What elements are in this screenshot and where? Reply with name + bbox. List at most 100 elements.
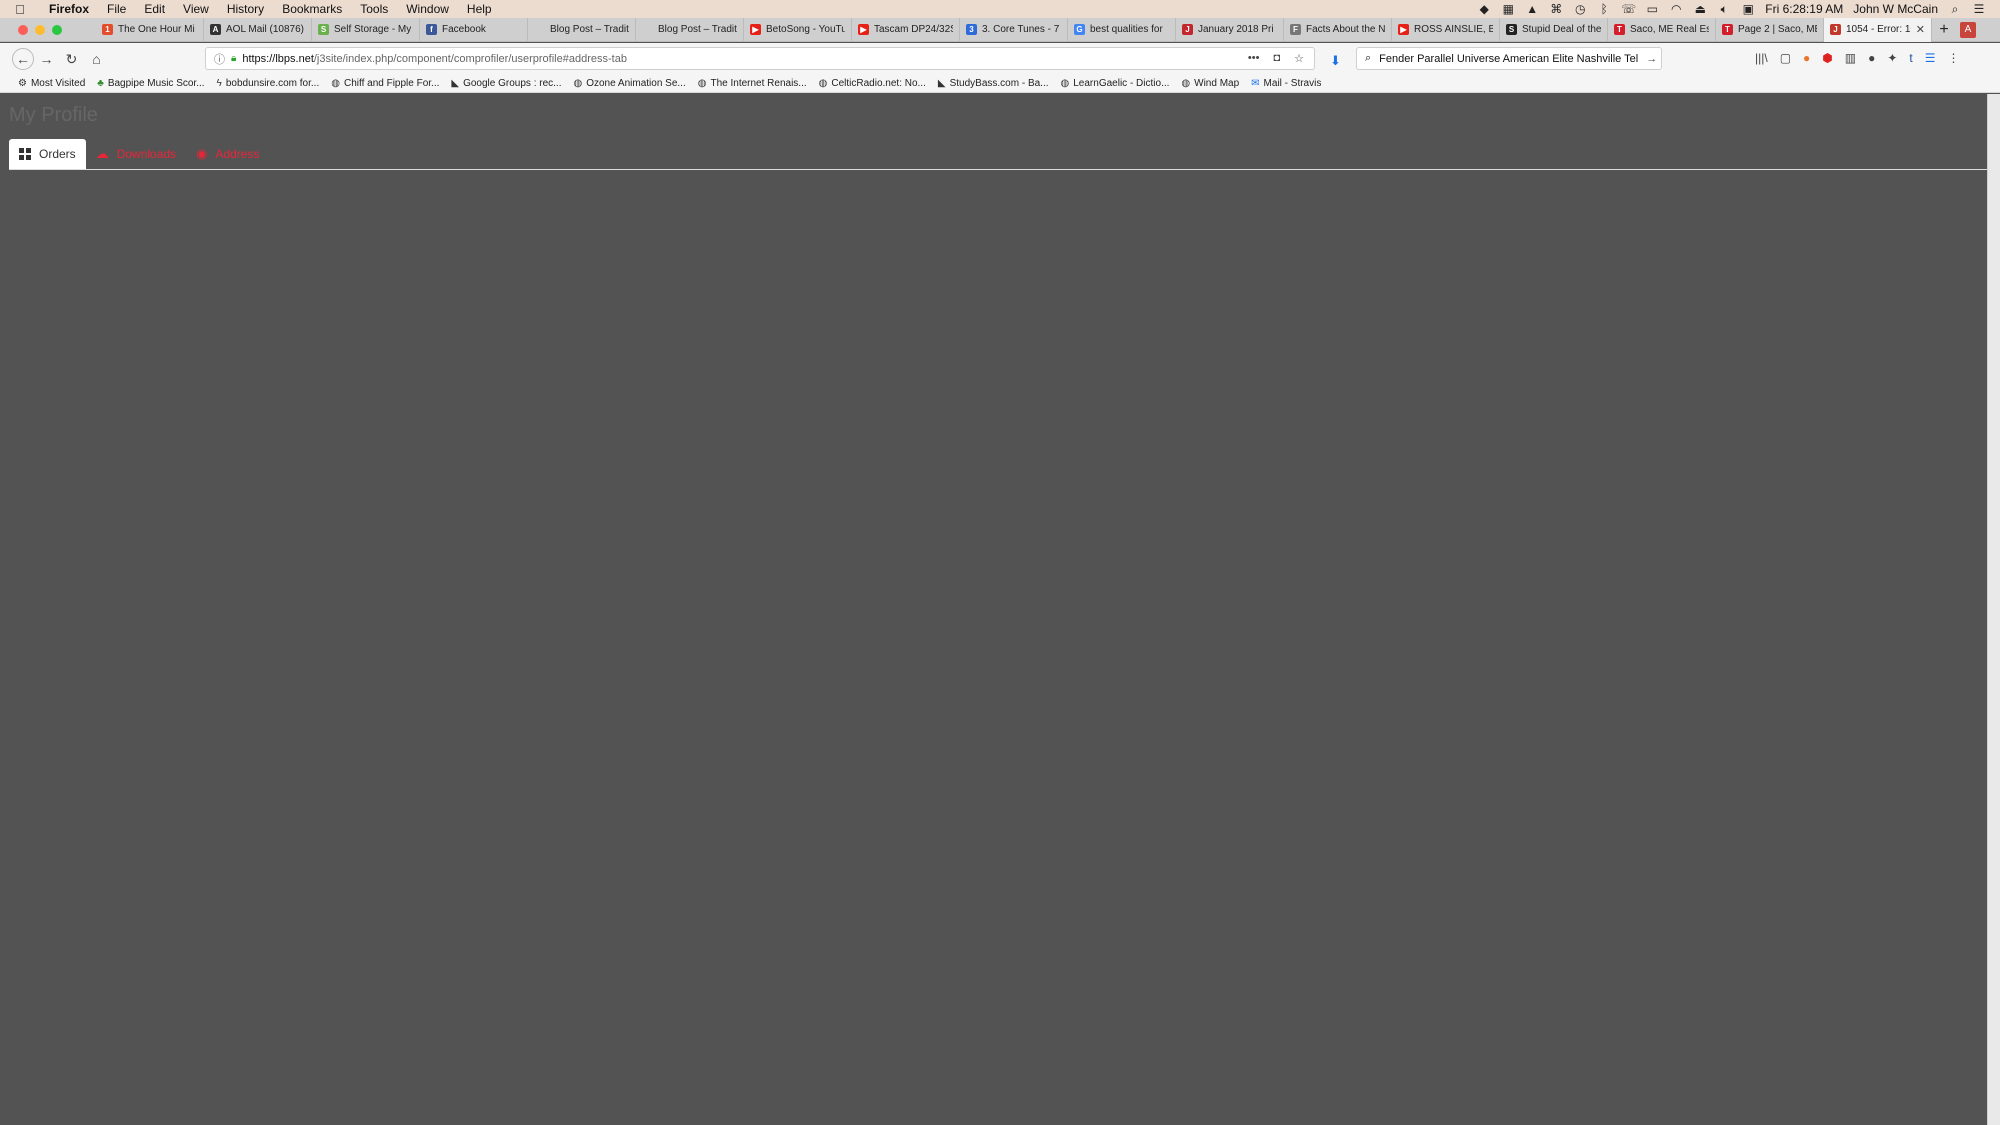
extension-square-icon[interactable]: ▢ <box>1780 51 1791 65</box>
extension-badge-icon[interactable]: A <box>1960 21 1976 38</box>
browser-tab[interactable]: S Self Storage - My <box>312 17 420 42</box>
search-bar[interactable]: ⌕ Fender Parallel Universe American Elit… <box>1356 47 1662 70</box>
spotlight-search-icon[interactable]: ⌕ <box>1948 2 1962 17</box>
menu-history[interactable]: History <box>218 2 273 16</box>
browser-tab[interactable]: T Saco, ME Real Est <box>1608 17 1716 42</box>
browser-tab[interactable]: 1 The One Hour Mi <box>96 17 204 42</box>
time-machine-icon[interactable]: ◷ <box>1573 2 1587 16</box>
globe-icon: ◍ <box>1181 78 1191 89</box>
bookmark-item[interactable]: ◍ LearnGaelic - Dictio... <box>1061 78 1170 89</box>
browser-tab[interactable]: ▶ BetoSong - YouTu <box>744 17 852 42</box>
bookmark-item[interactable]: ◍ Chiff and Fipple For... <box>331 78 439 89</box>
menu-window[interactable]: Window <box>397 2 458 16</box>
library-icon[interactable]: |||\ <box>1755 51 1768 65</box>
bookmark-item[interactable]: ♣ Bagpipe Music Scor... <box>97 78 204 89</box>
menu-file[interactable]: File <box>98 2 135 16</box>
browser-tab[interactable]: J January 2018 Pri <box>1176 17 1284 42</box>
browser-tab[interactable]: Blog Post – Traditiona <box>636 17 744 42</box>
bookmark-label: Mail - Stravis <box>1263 78 1322 89</box>
menu-bar-clock[interactable]: Fri 6:28:19 AM <box>1765 2 1843 16</box>
eject-icon[interactable]: ⏏ <box>1693 2 1707 16</box>
url-bar[interactable]: ⓘ 🔒︎ https://lbps.net/j3site/index.php/c… <box>205 47 1315 70</box>
browser-tab[interactable]: f Facebook <box>420 17 528 42</box>
page-info-icon[interactable]: ⓘ <box>214 51 225 67</box>
adblock-icon[interactable]: ⬢ <box>1822 51 1832 65</box>
pocket-icon[interactable]: ◘ <box>1273 52 1280 65</box>
text-format-icon[interactable]: ☰ <box>1925 51 1936 65</box>
browser-tab-strip: 1 The One Hour Mi A AOL Mail (10876) S Self S… <box>0 17 2000 42</box>
bookmark-star-icon[interactable]: ☆ <box>1294 52 1304 65</box>
tab-title: Facts About the N <box>1306 24 1385 35</box>
rss-icon: ◣ <box>451 78 460 89</box>
bookmark-item[interactable]: ✉ Mail - Stravis <box>1251 78 1321 89</box>
bookmark-item[interactable]: ◍ Ozone Animation Se... <box>573 78 685 89</box>
minimize-window-button[interactable] <box>35 24 45 35</box>
bookmark-label: StudyBass.com - Ba... <box>949 78 1049 89</box>
menu-help[interactable]: Help <box>458 2 501 16</box>
tab-downloads[interactable]: ☁ Downloads <box>86 139 186 169</box>
browser-tab[interactable]: Blog Post – Traditiona <box>528 17 636 42</box>
sync-icon[interactable]: ✦ <box>1887 51 1897 65</box>
close-window-button[interactable] <box>18 24 28 35</box>
reload-button[interactable]: ↻ <box>59 51 84 68</box>
menu-bookmarks[interactable]: Bookmarks <box>273 2 351 16</box>
firebug-icon[interactable]: ● <box>1803 51 1810 65</box>
tab-favicon-icon: ▶ <box>750 24 761 35</box>
menu-tools[interactable]: Tools <box>351 2 397 16</box>
airplay-icon[interactable]: ▭ <box>1645 2 1659 16</box>
menu-bar-user[interactable]: John W McCain <box>1853 2 1938 16</box>
wifi-icon[interactable]: ◠ <box>1669 2 1683 16</box>
lock-icon[interactable]: 🔒︎ <box>231 53 236 64</box>
page-scrollbar[interactable] <box>1987 94 2000 1125</box>
apple-icon[interactable]:  <box>0 2 40 17</box>
tab-favicon-icon: A <box>210 24 221 35</box>
tab-address[interactable]: ◉ Address <box>186 139 269 169</box>
browser-tab[interactable]: ▶ Tascam DP24/32S <box>852 17 960 42</box>
bookmark-item[interactable]: ◍ Wind Map <box>1181 78 1239 89</box>
forward-button[interactable]: → <box>34 51 59 67</box>
notification-center-icon[interactable]: ☰ <box>1972 2 1986 16</box>
sidebar-icon[interactable]: ▥ <box>1845 51 1856 65</box>
home-button[interactable]: ⌂ <box>84 51 109 67</box>
close-tab-icon[interactable]: ✕ <box>1916 23 1925 36</box>
browser-tab[interactable]: 3 3. Core Tunes - 7 <box>960 17 1068 42</box>
battery-icon[interactable]: ▣ <box>1741 2 1755 16</box>
tab-favicon-icon: 1 <box>102 24 113 35</box>
bluetooth-icon[interactable]: ᛒ <box>1597 2 1611 16</box>
overflow-menu-icon[interactable]: ⋮ <box>1948 51 1960 65</box>
browser-tab[interactable]: S Stupid Deal of the <box>1500 17 1608 42</box>
new-tab-button[interactable]: + <box>1932 21 1956 39</box>
browser-tab[interactable]: Gbest qualities for <box>1068 17 1176 42</box>
bookmark-item[interactable]: ◍ The Internet Renais... <box>698 78 807 89</box>
dropbox-icon[interactable]: ◆ <box>1477 2 1491 16</box>
drive-icon[interactable]: ▲ <box>1525 2 1539 16</box>
tab-orders[interactable]: Orders <box>9 139 86 169</box>
menu-bar-status-area: ◆ ▦ ▲ ⌘ ◷ ᛒ ☏ ▭ ◠ ⏏ 🔈︎ ▣ Fri 6:28:19 AM … <box>1477 2 2000 17</box>
page-actions-icon[interactable]: ••• <box>1248 52 1260 65</box>
people-icon[interactable]: ● <box>1868 51 1875 65</box>
search-go-icon[interactable]: → <box>1646 53 1661 65</box>
back-button[interactable]: ← <box>12 48 34 70</box>
tab-title: 3. Core Tunes - 7 <box>982 24 1060 35</box>
bookmark-item[interactable]: ◍ CelticRadio.net: No... <box>819 78 926 89</box>
browser-tab[interactable]: ▶ ROSS AINSLIE, BR <box>1392 17 1500 42</box>
browser-tab[interactable]: F Facts About the N <box>1284 17 1392 42</box>
bookmark-item[interactable]: ◣ StudyBass.com - Ba... <box>938 78 1049 89</box>
browser-tab[interactable]: T Page 2 | Saco, ME <box>1716 17 1824 42</box>
bookmark-item[interactable]: ϟ bobdunsire.com for... <box>217 78 320 89</box>
apps-icon[interactable]: ▦ <box>1501 2 1515 16</box>
command-icon[interactable]: ⌘ <box>1549 2 1563 16</box>
bookmark-item[interactable]: ◣ Google Groups : rec... <box>451 78 561 89</box>
browser-tab[interactable]: J 1054 - Error: 10 ✕ <box>1824 17 1932 42</box>
menu-edit[interactable]: Edit <box>135 2 174 16</box>
menu-app-name[interactable]: Firefox <box>40 2 98 16</box>
volume-icon[interactable]: 🔈︎ <box>1717 2 1731 17</box>
globe-icon: ◉ <box>196 146 208 161</box>
browser-tab[interactable]: A AOL Mail (10876) <box>204 17 312 42</box>
downloads-icon[interactable]: ⬇ <box>1330 53 1341 69</box>
menu-view[interactable]: View <box>174 2 218 16</box>
phone-icon[interactable]: ☏ <box>1621 2 1636 16</box>
zoom-window-button[interactable] <box>52 24 62 35</box>
bookmark-item[interactable]: ⚙ Most Visited <box>18 78 85 89</box>
tumblr-icon[interactable]: t <box>1909 51 1912 65</box>
